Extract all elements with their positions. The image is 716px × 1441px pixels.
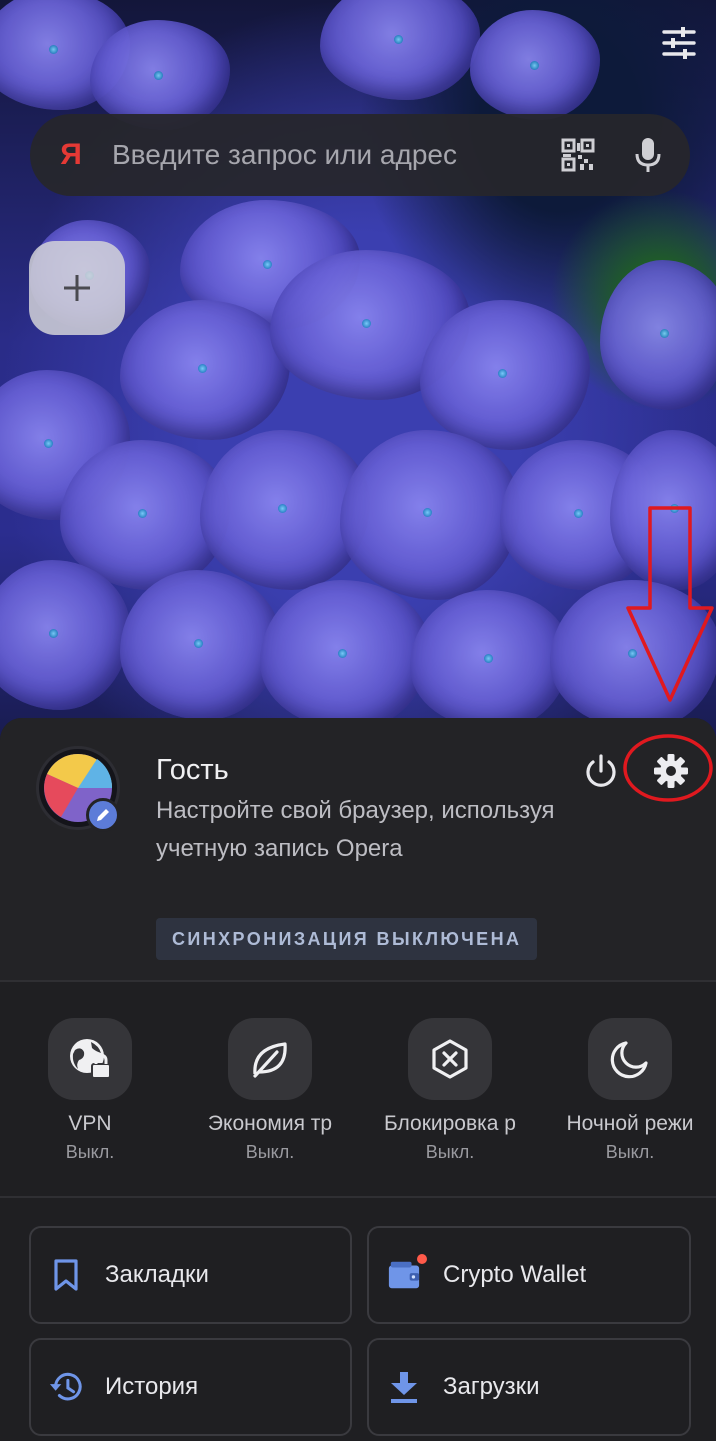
toggle-label: VPN bbox=[68, 1112, 112, 1135]
voice-search-button[interactable] bbox=[622, 129, 674, 181]
toggle-data-saving-button[interactable] bbox=[228, 1018, 312, 1100]
search-input[interactable] bbox=[112, 125, 552, 185]
yandex-logo: Я bbox=[60, 138, 82, 171]
profile-section[interactable]: Гость Настройте свой браузер, используя … bbox=[0, 718, 716, 982]
ad-block-icon bbox=[432, 1039, 468, 1079]
menu-item-history[interactable]: История bbox=[29, 1338, 352, 1436]
pencil-icon bbox=[97, 809, 109, 821]
quick-toggles: VPN Выкл. Экономия тр Выкл. Блокировка р… bbox=[0, 1002, 716, 1196]
toggle-status: Выкл. bbox=[605, 1142, 655, 1162]
power-icon bbox=[586, 754, 616, 787]
menu-item-label: Загрузки bbox=[443, 1373, 540, 1400]
qr-scan-button[interactable] bbox=[552, 129, 604, 181]
toggle-label: Экономия тр bbox=[207, 1112, 333, 1135]
profile-name: Гость bbox=[156, 754, 229, 786]
menu-item-downloads[interactable]: Загрузки bbox=[367, 1338, 691, 1436]
gear-icon bbox=[654, 754, 688, 788]
menu-item-label: Закладки bbox=[105, 1261, 209, 1288]
sync-status-badge[interactable]: СИНХРОНИЗАЦИЯ ВЫКЛЮЧЕНА bbox=[156, 918, 538, 960]
notification-dot bbox=[417, 1254, 427, 1264]
edit-avatar-button[interactable] bbox=[86, 798, 120, 832]
toggle-vpn-button[interactable] bbox=[48, 1018, 132, 1100]
microphone-icon bbox=[635, 138, 661, 172]
profile-description: Настройте свой браузер, используя учетну… bbox=[156, 797, 555, 862]
toggle-data-saving[interactable]: Экономия тр Выкл. bbox=[180, 1018, 360, 1163]
history-icon bbox=[49, 1370, 83, 1404]
globe-lock-icon bbox=[70, 1039, 111, 1079]
toggle-ad-block-button[interactable] bbox=[408, 1018, 492, 1100]
search-bar[interactable]: Я bbox=[30, 114, 690, 196]
exit-button[interactable] bbox=[578, 748, 624, 794]
toggle-status: Выкл. bbox=[65, 1142, 115, 1162]
menu-item-label: Crypto Wallet bbox=[443, 1261, 587, 1288]
menu-item-bookmarks[interactable]: Закладки bbox=[29, 1226, 352, 1324]
bookmark-icon bbox=[49, 1258, 83, 1292]
toggle-status: Выкл. bbox=[425, 1142, 475, 1162]
toggle-label: Блокировка р bbox=[384, 1112, 516, 1135]
download-icon bbox=[387, 1370, 421, 1404]
menu-item-crypto-wallet[interactable]: Crypto Wallet bbox=[367, 1226, 691, 1324]
leaf-icon bbox=[253, 1042, 287, 1078]
moon-icon bbox=[610, 1041, 648, 1079]
toggle-vpn[interactable]: VPN Выкл. bbox=[0, 1018, 180, 1163]
menu-item-label: История bbox=[105, 1373, 199, 1400]
toggle-night-mode[interactable]: Ночной режи Выкл. bbox=[540, 1018, 716, 1163]
wallet-icon bbox=[387, 1254, 427, 1292]
toggle-label: Ночной режи bbox=[566, 1112, 694, 1135]
settings-button[interactable] bbox=[646, 748, 696, 794]
divider bbox=[0, 1196, 716, 1198]
tune-sliders-icon bbox=[662, 27, 696, 59]
main-menu-sheet: Гость Настройте свой браузер, используя … bbox=[0, 718, 716, 1441]
qr-code-icon bbox=[561, 138, 595, 172]
toggle-status: Выкл. bbox=[245, 1142, 295, 1162]
toggle-night-mode-button[interactable] bbox=[588, 1018, 672, 1100]
toggle-ad-block[interactable]: Блокировка р Выкл. bbox=[360, 1018, 540, 1163]
customize-start-page-button[interactable] bbox=[656, 20, 702, 66]
add-speed-dial-button[interactable] bbox=[29, 241, 125, 335]
plus-icon bbox=[64, 275, 90, 301]
